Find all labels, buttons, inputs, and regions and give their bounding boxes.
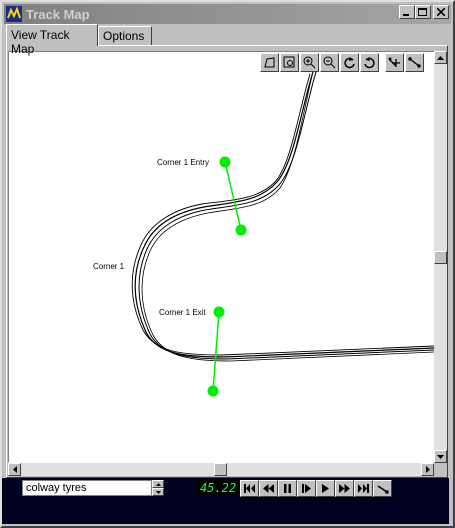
tab-options[interactable]: Options bbox=[98, 26, 152, 45]
skip-to-end-button[interactable] bbox=[354, 480, 373, 497]
rewind-button[interactable] bbox=[259, 480, 278, 497]
play-button[interactable] bbox=[316, 480, 335, 497]
select-region-icon bbox=[264, 57, 275, 68]
arrow-right-icon bbox=[425, 466, 430, 473]
dataset-up-button[interactable] bbox=[152, 480, 164, 488]
app-icon bbox=[6, 6, 22, 22]
marker-line bbox=[212, 311, 220, 392]
skip-to-end-icon bbox=[358, 484, 369, 493]
rotate-right-button[interactable] bbox=[360, 53, 379, 72]
map-toolbar bbox=[260, 53, 424, 72]
minimize-button[interactable] bbox=[399, 5, 415, 19]
cursor-tool-button[interactable] bbox=[373, 480, 392, 497]
title-bar[interactable]: Track Map bbox=[4, 4, 451, 24]
rotate-right-icon bbox=[364, 57, 375, 69]
marker-handle-start[interactable] bbox=[213, 306, 225, 318]
marker-handle-end[interactable] bbox=[235, 224, 247, 236]
add-marker-icon bbox=[388, 57, 400, 67]
maximize-button[interactable] bbox=[415, 5, 431, 19]
scroll-down-button[interactable] bbox=[434, 450, 447, 463]
arrow-up-icon bbox=[155, 482, 161, 486]
zoom-out-icon bbox=[323, 56, 336, 69]
time-display: 45.22 bbox=[196, 480, 240, 496]
pause-icon bbox=[284, 484, 291, 493]
select-region-button[interactable] bbox=[260, 53, 279, 72]
close-icon bbox=[437, 8, 445, 16]
dataset-field[interactable]: colway tyres bbox=[22, 480, 152, 496]
window-title: Track Map bbox=[26, 6, 90, 22]
fast-forward-icon bbox=[339, 484, 350, 493]
marker-corner-1: Corner 1 bbox=[93, 262, 125, 271]
marker-corner-1-entry[interactable]: Corner 1 Entry bbox=[157, 156, 247, 236]
skip-to-start-button[interactable] bbox=[240, 480, 259, 497]
playback-controls bbox=[240, 480, 392, 497]
track-outline bbox=[131, 71, 435, 362]
marker-label-corner-1: Corner 1 bbox=[93, 262, 125, 271]
marker-handle-start[interactable] bbox=[219, 156, 231, 168]
marker-label-corner-1-entry: Corner 1 Entry bbox=[157, 158, 209, 167]
dataset-down-button[interactable] bbox=[152, 488, 164, 496]
zoom-in-button[interactable] bbox=[300, 53, 319, 72]
cursor-tool-icon bbox=[377, 484, 389, 494]
scroll-up-button[interactable] bbox=[434, 51, 447, 64]
maximize-icon bbox=[418, 7, 427, 16]
arrow-left-icon bbox=[12, 466, 17, 473]
rotate-left-button[interactable] bbox=[340, 53, 359, 72]
marker-handle-end[interactable] bbox=[207, 385, 219, 397]
minimize-icon bbox=[403, 14, 409, 16]
link-markers-button[interactable] bbox=[405, 53, 424, 72]
track-map-canvas[interactable]: Corner 1 Entry Corner 1 Corner 1 Exit bbox=[8, 51, 436, 463]
link-markers-icon bbox=[408, 57, 421, 68]
fast-forward-button[interactable] bbox=[335, 480, 354, 497]
zoom-in-icon bbox=[303, 56, 316, 69]
close-button[interactable] bbox=[433, 5, 449, 19]
step-forward-button[interactable] bbox=[297, 480, 316, 497]
horizontal-scroll-thumb[interactable] bbox=[214, 463, 227, 476]
marker-line bbox=[224, 161, 242, 231]
rewind-icon bbox=[263, 484, 274, 493]
zoom-out-button[interactable] bbox=[320, 53, 339, 72]
arrow-down-icon bbox=[155, 490, 161, 494]
marker-label-corner-1-exit: Corner 1 Exit bbox=[159, 308, 206, 317]
horizontal-scrollbar[interactable] bbox=[8, 463, 434, 476]
scroll-left-button[interactable] bbox=[8, 463, 21, 476]
add-marker-button[interactable] bbox=[385, 53, 404, 72]
play-icon bbox=[321, 484, 329, 493]
vertical-scrollbar[interactable] bbox=[434, 51, 447, 463]
skip-to-start-icon bbox=[244, 484, 255, 493]
zoom-box-button[interactable] bbox=[280, 53, 299, 72]
arrow-down-icon bbox=[437, 454, 444, 459]
zoom-box-icon bbox=[283, 56, 295, 68]
arrow-up-icon bbox=[437, 55, 444, 60]
rotate-left-icon bbox=[344, 57, 355, 69]
pause-button[interactable] bbox=[278, 480, 297, 497]
tab-view-track-map[interactable]: View Track Map bbox=[6, 24, 98, 56]
step-forward-icon bbox=[301, 484, 311, 493]
dataset-spinner[interactable] bbox=[152, 480, 164, 496]
scroll-right-button[interactable] bbox=[421, 463, 434, 476]
vertical-scroll-thumb[interactable] bbox=[434, 251, 447, 264]
